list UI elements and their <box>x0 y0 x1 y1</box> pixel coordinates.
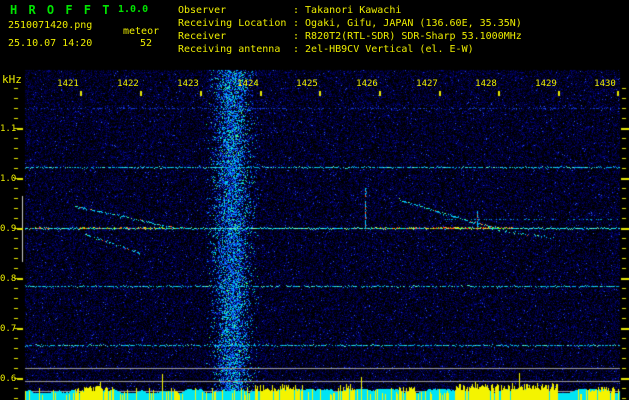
timestamp: 25.10.07 14:20 <box>8 38 93 49</box>
time-tick-label: 1422 <box>117 79 139 89</box>
mode-label: meteor <box>123 26 160 37</box>
time-tick-label: 1428 <box>475 79 497 89</box>
info-row-value: : 2el-HB9CV Vertical (el. E-W) <box>293 44 474 55</box>
freq-tick-label: 1.1 <box>0 124 17 134</box>
freq-tick-label: 0.9 <box>0 224 17 234</box>
info-row-value: : Ogaki, Gifu, JAPAN (136.60E, 35.35N) <box>293 18 522 29</box>
time-tick-label: 1423 <box>177 79 199 89</box>
time-tick-label: 1424 <box>237 79 259 89</box>
freq-tick-label: 1.0 <box>0 174 17 184</box>
info-row-value: : R820T2(RTL-SDR) SDR-Sharp 53.1000MHz <box>293 31 522 42</box>
info-row-label: Receiving Location <box>178 18 287 29</box>
freq-tick-label: 0.8 <box>0 274 17 284</box>
info-row: Receiving antenna : 2el-HB9CV Vertical (e… <box>178 43 522 56</box>
hrofft-window: H R O F F T 1.0.0 2510071420.png meteor … <box>0 0 629 400</box>
info-row: Receiving Location : Ogaki, Gifu, JAPAN (… <box>178 17 522 30</box>
echo-count: 52 <box>140 38 153 49</box>
time-tick-label: 1427 <box>416 79 438 89</box>
freq-tick-label: 0.7 <box>0 324 17 334</box>
time-tick-label: 1429 <box>535 79 557 89</box>
info-row-label: Observer <box>178 5 227 16</box>
time-tick-label: 1425 <box>296 79 318 89</box>
time-tick-label: 1421 <box>57 79 79 89</box>
time-tick-label: 1426 <box>356 79 378 89</box>
info-row-label: Receiving antenna <box>178 44 281 55</box>
info-row-label: Receiver <box>178 31 227 42</box>
time-tick-label: 1430 <box>594 79 616 89</box>
info-row-value: : Takanori Kawachi <box>293 5 402 16</box>
app-version: 1.0.0 <box>118 4 149 15</box>
app-title: H R O F F T <box>10 3 112 17</box>
info-row: Observer : Takanori Kawachi <box>178 4 522 17</box>
station-info-block: Observer: Takanori Kawachi Receiving Loca… <box>178 4 522 56</box>
freq-axis-unit-label: kHz <box>2 73 22 86</box>
filename-text: 2510071420.png <box>8 20 93 31</box>
spectrogram-canvas <box>0 0 629 400</box>
info-row: Receiver : R820T2(RTL-SDR) SDR-Sharp 53.1… <box>178 30 522 43</box>
freq-tick-label: 0.6 <box>0 374 17 384</box>
